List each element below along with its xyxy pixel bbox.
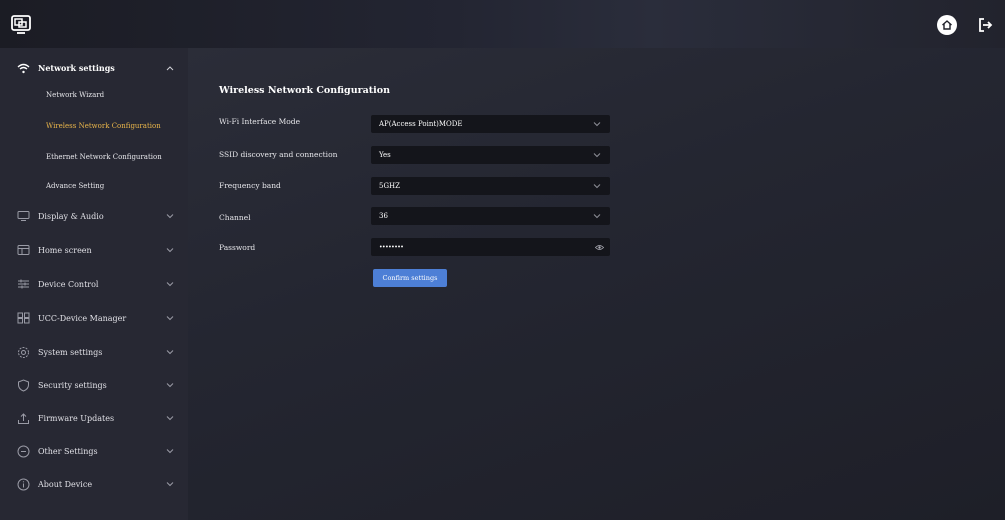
sidebar-item-label: System settings <box>38 347 103 357</box>
frequency-band-select[interactable]: 5GHZ <box>371 177 610 195</box>
sidebar: Network settings Network Wizard Wireless… <box>0 48 188 520</box>
page-title: Wireless Network Configuration <box>219 85 391 96</box>
monitor-icon <box>16 209 30 223</box>
wifi-interface-mode-select[interactable]: AP(Access Point)MODE <box>371 115 610 133</box>
shield-icon <box>16 378 30 392</box>
sidebar-item-label: Display & Audio <box>38 211 104 221</box>
wifi-interface-mode-label: Wi-Fi Interface Mode <box>219 117 301 126</box>
sidebar-subitem-label: Wireless Network Configuration <box>46 122 161 130</box>
eye-icon[interactable] <box>594 242 604 252</box>
home-screen-icon <box>16 243 30 257</box>
channel-label: Channel <box>219 213 251 222</box>
ssid-discovery-label: SSID discovery and connection <box>219 150 338 159</box>
gear-icon <box>16 345 30 359</box>
sidebar-item-about-device[interactable]: About Device <box>0 470 188 498</box>
sidebar-item-label: Device Control <box>38 279 99 289</box>
confirm-settings-button[interactable]: Confirm settings <box>373 269 447 287</box>
sidebar-item-ucc-device-manager[interactable]: UCC-Device Manager <box>0 304 188 332</box>
more-icon <box>16 444 30 458</box>
sidebar-subitem-advance-setting[interactable]: Advance Setting <box>0 173 188 199</box>
password-field[interactable]: •••••••• <box>371 238 610 256</box>
sidebar-item-home-screen[interactable]: Home screen <box>0 236 188 264</box>
grid-icon <box>16 311 30 325</box>
sidebar-subitem-label: Network Wizard <box>46 91 105 99</box>
select-value: 36 <box>379 212 388 220</box>
sidebar-item-label: Network settings <box>38 63 115 73</box>
sliders-icon <box>16 277 30 291</box>
chevron-down-icon <box>592 119 602 129</box>
home-icon[interactable] <box>937 15 957 35</box>
chevron-down-icon <box>592 150 602 160</box>
channel-select[interactable]: 36 <box>371 207 610 225</box>
chevron-down-icon <box>165 479 175 489</box>
sidebar-item-system-settings[interactable]: System settings <box>0 338 188 366</box>
chevron-down-icon <box>165 446 175 456</box>
frequency-band-label: Frequency band <box>219 181 281 190</box>
chevron-down-icon <box>592 211 602 221</box>
wifi-icon <box>16 61 30 75</box>
chevron-down-icon <box>165 245 175 255</box>
chevron-down-icon <box>592 181 602 191</box>
chevron-down-icon <box>165 413 175 423</box>
sidebar-item-security-settings[interactable]: Security settings <box>0 371 188 399</box>
top-bar <box>0 0 1005 48</box>
password-value: •••••••• <box>379 243 404 251</box>
sidebar-item-label: Other Settings <box>38 446 98 456</box>
chevron-down-icon <box>165 380 175 390</box>
select-value: Yes <box>379 151 391 159</box>
sidebar-item-label: Security settings <box>38 380 107 390</box>
chevron-down-icon <box>165 279 175 289</box>
sidebar-item-display-audio[interactable]: Display & Audio <box>0 202 188 230</box>
info-icon <box>16 477 30 491</box>
chevron-down-icon <box>165 211 175 221</box>
sidebar-item-other-settings[interactable]: Other Settings <box>0 437 188 465</box>
upload-icon <box>16 411 30 425</box>
sidebar-item-network-settings[interactable]: Network settings <box>0 54 188 82</box>
chevron-down-icon <box>165 313 175 323</box>
select-value: 5GHZ <box>379 182 401 190</box>
sidebar-subitem-label: Ethernet Network Configuration <box>46 153 162 161</box>
sidebar-subitem-wireless-network-configuration[interactable]: Wireless Network Configuration <box>0 113 188 139</box>
sidebar-item-label: Firmware Updates <box>38 413 115 423</box>
ssid-discovery-select[interactable]: Yes <box>371 146 610 164</box>
sidebar-subitem-label: Advance Setting <box>46 182 105 190</box>
select-value: AP(Access Point)MODE <box>379 120 463 128</box>
chevron-down-icon <box>165 347 175 357</box>
sidebar-item-label: UCC-Device Manager <box>38 313 127 323</box>
screen-share-icon <box>8 11 34 37</box>
logout-icon[interactable] <box>974 14 996 36</box>
sidebar-item-label: About Device <box>38 479 93 489</box>
sidebar-subitem-ethernet-network-configuration[interactable]: Ethernet Network Configuration <box>0 144 188 170</box>
sidebar-item-device-control[interactable]: Device Control <box>0 270 188 298</box>
sidebar-item-firmware-updates[interactable]: Firmware Updates <box>0 404 188 432</box>
sidebar-item-label: Home screen <box>38 245 92 255</box>
sidebar-subitem-network-wizard[interactable]: Network Wizard <box>0 82 188 108</box>
chevron-up-icon <box>165 63 175 73</box>
password-label: Password <box>219 243 256 252</box>
